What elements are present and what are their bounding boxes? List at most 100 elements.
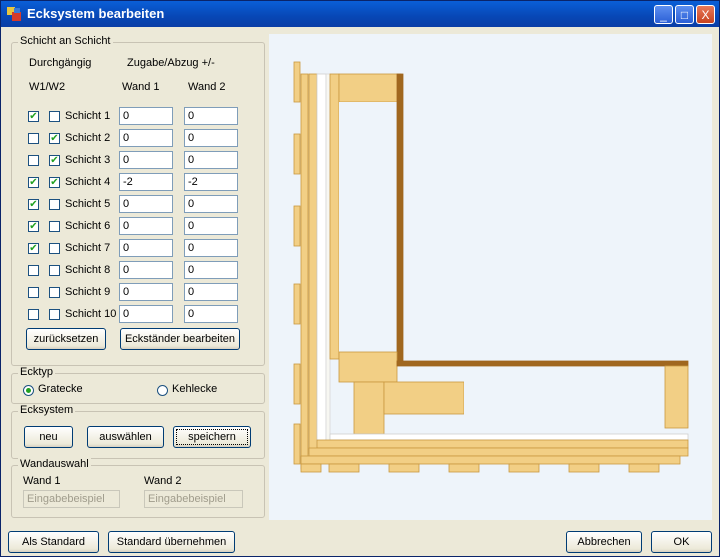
w1w2-checkbox[interactable]: ✔ — [49, 155, 60, 166]
wand1-input[interactable]: 0 — [119, 107, 173, 125]
counter-batten-wall1 — [300, 73, 309, 470]
ecksystem-legend: Ecksystem — [18, 404, 76, 416]
wand2-input[interactable]: 0 — [184, 129, 238, 147]
gratecke-radio[interactable] — [23, 385, 34, 396]
corner-stud-b — [353, 381, 385, 435]
abbrechen-button[interactable]: Abbrechen — [566, 531, 642, 553]
wand2-input[interactable]: 0 — [184, 305, 238, 323]
batten-wall1 — [293, 363, 301, 405]
batten-wall1 — [293, 133, 301, 175]
insulation-wall2 — [464, 370, 664, 426]
w1w2-checkbox[interactable] — [49, 111, 60, 122]
durchgaengig-checkbox[interactable]: ✔ — [28, 111, 39, 122]
w1w2-checkbox[interactable] — [49, 309, 60, 320]
col-wand2: Wand 2 — [188, 81, 226, 93]
wand1-input[interactable]: 0 — [119, 129, 173, 147]
batten-wall2-start — [300, 463, 322, 473]
kehlecke-label[interactable]: Kehlecke — [172, 383, 217, 395]
auswaehlen-button[interactable]: auswählen — [87, 426, 164, 448]
layer-wall2-a — [316, 439, 689, 449]
settings-panel: Schicht an Schicht Durchgängig Zugabe/Ab… — [8, 34, 265, 520]
wand1-input[interactable]: -2 — [119, 173, 173, 191]
stud-end — [664, 365, 689, 429]
wand2-input[interactable]: 0 — [184, 217, 238, 235]
batten-wall1 — [293, 205, 301, 247]
wand2-input[interactable]: 0 — [184, 195, 238, 213]
dialog-window: Ecksystem bearbeiten _ □ X Schicht an Sc… — [0, 0, 720, 557]
wand2-input[interactable]: -2 — [184, 173, 238, 191]
batten-wall1 — [293, 283, 301, 325]
wand1-input[interactable]: 0 — [119, 283, 173, 301]
standard-uebernehmen-button[interactable]: Standard übernehmen — [108, 531, 235, 553]
w1w2-checkbox[interactable]: ✔ — [49, 133, 60, 144]
schicht-legend: Schicht an Schicht — [18, 35, 113, 47]
gratecke-label[interactable]: Gratecke — [38, 383, 83, 395]
durchgaengig-checkbox[interactable]: ✔ — [28, 199, 39, 210]
w1w2-checkbox[interactable] — [49, 287, 60, 298]
wand1-input[interactable]: 0 — [119, 195, 173, 213]
w1w2-checkbox[interactable] — [49, 243, 60, 254]
durchgaengig-checkbox[interactable] — [28, 133, 39, 144]
insulation-wall1 — [339, 102, 397, 358]
schicht-label: Schicht 2 — [65, 132, 111, 144]
schicht-label: Schicht 7 — [65, 242, 111, 254]
w1w2-checkbox[interactable] — [49, 199, 60, 210]
wand1-input[interactable]: 0 — [119, 305, 173, 323]
als-standard-button[interactable]: Als Standard — [8, 531, 99, 553]
batten-wall2 — [448, 463, 480, 473]
col-zugabe: Zugabe/Abzug +/- — [127, 57, 215, 69]
eckstaender-button[interactable]: Eckständer bearbeiten — [120, 328, 240, 350]
wand2-input[interactable]: 0 — [184, 283, 238, 301]
ecktyp-legend: Ecktyp — [18, 366, 56, 378]
layer-wall1-c — [325, 73, 331, 455]
wand1-input[interactable]: 0 — [119, 217, 173, 235]
durchgaengig-checkbox[interactable] — [28, 155, 39, 166]
osb-wall1 — [329, 73, 340, 360]
durchgaengig-checkbox[interactable] — [28, 287, 39, 298]
col-wand1: Wand 1 — [122, 81, 160, 93]
reset-button[interactable]: zurücksetzen — [26, 328, 106, 350]
corner-stud-a — [338, 351, 398, 383]
wandauswahl-legend: Wandauswahl — [18, 458, 91, 470]
corner-stud-c — [383, 381, 465, 415]
batten-wall2 — [388, 463, 420, 473]
osb-wall1-inner — [396, 73, 404, 365]
wand1-input[interactable]: 0 — [119, 151, 173, 169]
close-button[interactable]: X — [696, 5, 715, 24]
wand1-input[interactable]: 0 — [119, 239, 173, 257]
w1w2-checkbox[interactable]: ✔ — [49, 177, 60, 188]
durchgaengig-checkbox[interactable]: ✔ — [28, 177, 39, 188]
corner-drawing — [293, 61, 689, 473]
kehlecke-radio[interactable] — [157, 385, 168, 396]
layer-wall2-b — [308, 447, 689, 457]
title-bar[interactable]: Ecksystem bearbeiten _ □ X — [1, 1, 719, 27]
durchgaengig-checkbox[interactable]: ✔ — [28, 221, 39, 232]
durchgaengig-checkbox[interactable]: ✔ — [28, 243, 39, 254]
wand2-input[interactable]: 0 — [184, 239, 238, 257]
schicht-label: Schicht 9 — [65, 286, 111, 298]
window-title: Ecksystem bearbeiten — [27, 6, 165, 21]
neu-button[interactable]: neu — [24, 426, 73, 448]
wand1-label: Wand 1 — [23, 475, 61, 487]
maximize-button[interactable]: □ — [675, 5, 694, 24]
client-area: Schicht an Schicht Durchgängig Zugabe/Ab… — [4, 29, 716, 553]
wand2-field: Eingabebeispiel — [144, 490, 243, 508]
speichern-button[interactable]: speichern — [173, 426, 251, 448]
wand2-input[interactable]: 0 — [184, 107, 238, 125]
wand2-input[interactable]: 0 — [184, 261, 238, 279]
w1w2-checkbox[interactable] — [49, 265, 60, 276]
minimize-button[interactable]: _ — [654, 5, 673, 24]
durchgaengig-checkbox[interactable] — [28, 309, 39, 320]
app-icon — [7, 7, 21, 21]
wand1-input[interactable]: 0 — [119, 261, 173, 279]
ok-button[interactable]: OK — [651, 531, 712, 553]
ecktyp-group: Ecktyp Gratecke Kehlecke — [11, 366, 265, 404]
w1w2-checkbox[interactable] — [49, 221, 60, 232]
col-w1w2: W1/W2 — [29, 81, 66, 93]
col-durchgaengig: Durchgängig — [29, 57, 92, 69]
durchgaengig-checkbox[interactable] — [28, 265, 39, 276]
counter-batten-wall2 — [300, 455, 681, 465]
layer-wall2-white — [329, 433, 689, 441]
schicht-label: Schicht 8 — [65, 264, 111, 276]
wand2-input[interactable]: 0 — [184, 151, 238, 169]
